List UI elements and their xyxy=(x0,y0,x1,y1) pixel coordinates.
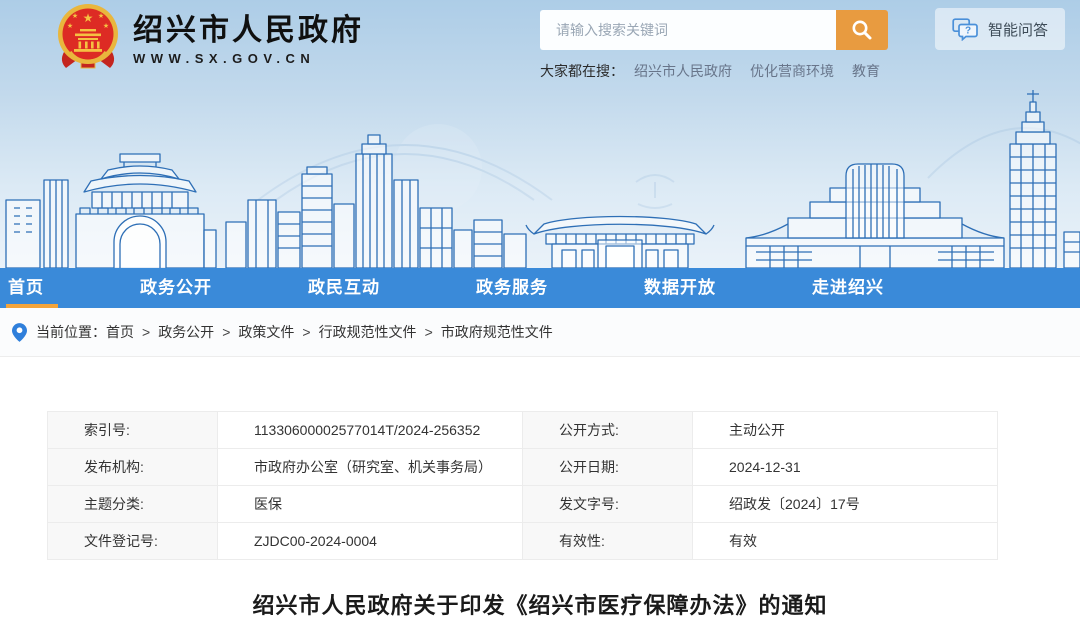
meta-label: 发文字号: xyxy=(523,486,693,523)
hot-search-link-1[interactable]: 绍兴市人民政府 xyxy=(634,61,732,81)
table-row: 主题分类: 医保 发文字号: 绍政发〔2024〕17号 xyxy=(48,486,998,523)
meta-label: 发布机构: xyxy=(48,449,218,486)
site-title-block: 绍兴市人民政府 WWW.SX.GOV.CN xyxy=(133,8,364,66)
site-logo[interactable]: ★ ★ ★ ★ ★ 绍兴市人民政府 WWW.SX.GOV.CN xyxy=(56,2,364,72)
table-row: 发布机构: 市政府办公室（研究室、机关事务局） 公开日期: 2024-12-31 xyxy=(48,449,998,486)
meta-value: ZJDC00-2024-0004 xyxy=(218,523,523,560)
meta-value: 医保 xyxy=(218,486,523,523)
page-title: 绍兴市人民政府关于印发《绍兴市医疗保障办法》的通知 xyxy=(0,588,1080,620)
meta-value: 主动公开 xyxy=(693,412,998,449)
search-bar xyxy=(540,10,888,50)
breadcrumb-separator: > xyxy=(425,324,433,340)
nav-item-open-data[interactable]: 数据开放 xyxy=(644,268,716,308)
site-header: ★ ★ ★ ★ ★ 绍兴市人民政府 WWW.SX.GOV.CN xyxy=(0,0,1080,268)
nav-item-services[interactable]: 政务服务 xyxy=(476,268,548,308)
breadcrumb-separator: > xyxy=(142,324,150,340)
nav-item-home[interactable]: 首页 xyxy=(8,268,44,308)
breadcrumb-separator: > xyxy=(222,324,230,340)
meta-value: 市政府办公室（研究室、机关事务局） xyxy=(218,449,523,486)
svg-text:?: ? xyxy=(965,25,971,36)
meta-label: 公开日期: xyxy=(523,449,693,486)
svg-text:★: ★ xyxy=(83,11,94,25)
breadcrumb: 当前位置： 首页 > 政务公开 > 政策文件 > 行政规范性文件 > 市政府规范… xyxy=(0,308,1080,357)
breadcrumb-item-city-gov-docs[interactable]: 市政府规范性文件 xyxy=(441,322,553,342)
svg-text:★: ★ xyxy=(98,12,104,20)
national-emblem-icon: ★ ★ ★ ★ ★ xyxy=(56,2,120,72)
hot-search-link-3[interactable]: 教育 xyxy=(852,61,880,81)
nav-item-about[interactable]: 走进绍兴 xyxy=(812,268,884,308)
hot-search-label: 大家都在搜： xyxy=(540,61,624,81)
meta-label: 有效性: xyxy=(523,523,693,560)
svg-text:★: ★ xyxy=(72,12,78,20)
breadcrumb-item-normative-docs[interactable]: 行政规范性文件 xyxy=(319,322,417,342)
meta-value: 绍政发〔2024〕17号 xyxy=(693,486,998,523)
breadcrumb-item-gov-info[interactable]: 政务公开 xyxy=(158,322,214,342)
main-nav: 首页 政务公开 政民互动 政务服务 数据开放 走进绍兴 xyxy=(0,268,1080,308)
meta-label: 索引号: xyxy=(48,412,218,449)
hot-search-row: 大家都在搜： 绍兴市人民政府 优化营商环境 教育 xyxy=(540,61,898,81)
nav-item-gov-info[interactable]: 政务公开 xyxy=(140,268,212,308)
meta-value: 11330600002577014T/2024-256352 xyxy=(218,412,523,449)
hot-search-link-2[interactable]: 优化营商环境 xyxy=(750,61,834,81)
svg-text:★: ★ xyxy=(67,22,73,30)
breadcrumb-item-home[interactable]: 首页 xyxy=(106,322,134,342)
breadcrumb-separator: > xyxy=(302,324,310,340)
smart-qa-label: 智能问答 xyxy=(988,19,1048,40)
location-pin-icon xyxy=(12,323,27,342)
meta-label: 文件登记号: xyxy=(48,523,218,560)
site-url: WWW.SX.GOV.CN xyxy=(133,51,364,66)
chat-question-icon: ? xyxy=(952,18,979,41)
search-button[interactable] xyxy=(836,10,888,50)
document-meta-table: 索引号: 11330600002577014T/2024-256352 公开方式… xyxy=(47,411,998,560)
table-row: 文件登记号: ZJDC00-2024-0004 有效性: 有效 xyxy=(48,523,998,560)
site-name: 绍兴市人民政府 xyxy=(133,14,364,48)
svg-text:★: ★ xyxy=(103,22,109,30)
city-skyline-illustration xyxy=(0,82,1080,268)
table-row: 索引号: 11330600002577014T/2024-256352 公开方式… xyxy=(48,412,998,449)
breadcrumb-item-policy-docs[interactable]: 政策文件 xyxy=(238,322,294,342)
search-icon xyxy=(851,19,873,41)
breadcrumb-location-label: 当前位置： xyxy=(36,322,106,342)
smart-qa-button[interactable]: ? 智能问答 xyxy=(935,8,1065,50)
meta-label: 公开方式: xyxy=(523,412,693,449)
meta-value: 2024-12-31 xyxy=(693,449,998,486)
nav-item-interaction[interactable]: 政民互动 xyxy=(308,268,380,308)
meta-value: 有效 xyxy=(693,523,998,560)
search-input[interactable] xyxy=(540,10,836,50)
meta-label: 主题分类: xyxy=(48,486,218,523)
document-page: 索引号: 11330600002577014T/2024-256352 公开方式… xyxy=(0,411,1080,620)
